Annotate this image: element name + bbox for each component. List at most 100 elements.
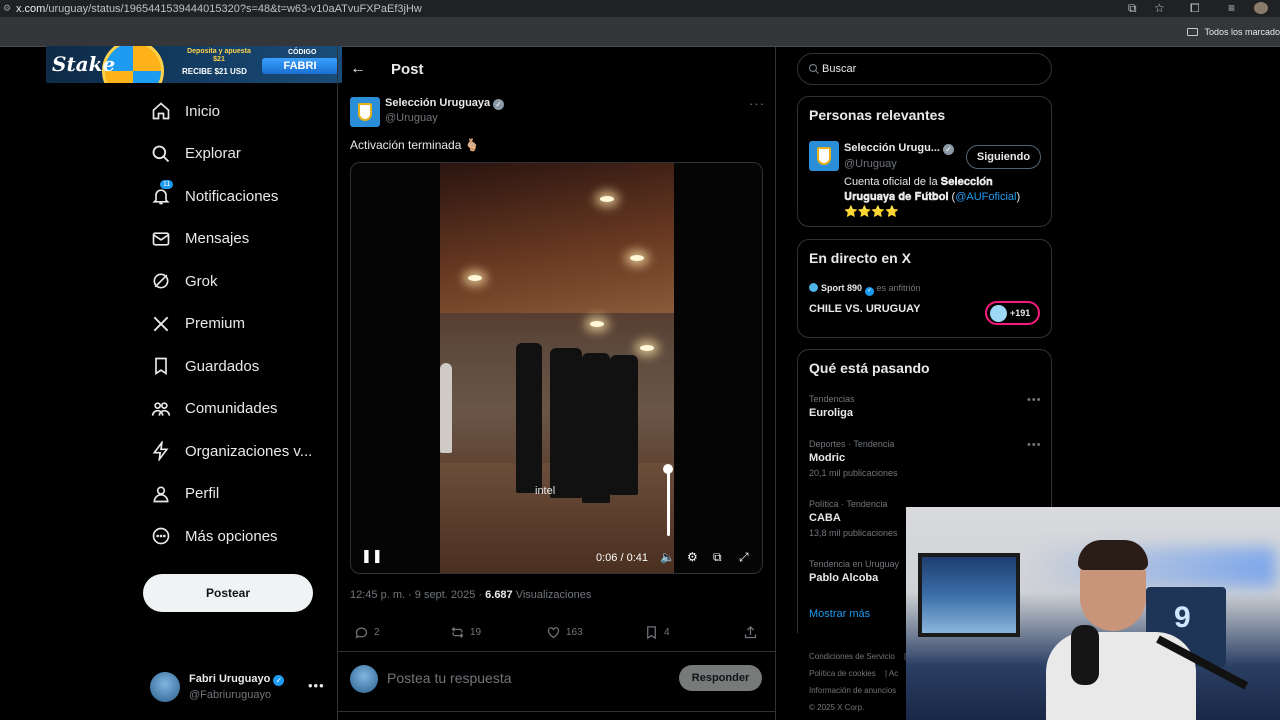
auf-shield-logo [358, 103, 372, 121]
repost-icon [451, 627, 464, 638]
more-icon[interactable]: ••• [1027, 439, 1042, 451]
avatar[interactable] [809, 141, 839, 171]
folder-icon [1187, 28, 1199, 36]
footer-link[interactable]: Información de anuncios [809, 686, 896, 695]
browser-address-bar[interactable]: ⚙ x.com/uruguay/status/19654415394440153… [0, 0, 1280, 17]
video-watermark: intel [535, 485, 556, 497]
nav-item-guardados[interactable]: Guardados [140, 345, 330, 388]
home-icon [150, 100, 172, 122]
nav-item-notificaciones[interactable]: 11 Notificaciones [140, 175, 330, 218]
person-icon [150, 483, 172, 505]
more-icon[interactable]: ••• [308, 678, 325, 693]
relevant-people-card: Personas relevantes Selección Urugu... ✓ … [797, 96, 1052, 227]
picture-in-picture-icon[interactable]: ⧉ [713, 550, 722, 565]
trend-item[interactable]: Tendencias Euroliga ••• [809, 394, 1044, 419]
trend-item[interactable]: Deportes · Tendencia Modric 20,1 mil pub… [809, 439, 1044, 478]
footer-links: Condiciones de Servicio| Política de coo… [809, 648, 909, 716]
author-handle[interactable]: @Uruguay [385, 112, 438, 124]
trend-name: Modric [809, 452, 846, 464]
tweet-timestamp[interactable]: 12:45 p. m. · 9 sept. 2025 · [350, 589, 485, 601]
bookmark-count: 4 [664, 627, 670, 638]
ad-code: FABRI [262, 58, 338, 74]
share-action[interactable] [743, 625, 763, 640]
nav-label: Comunidades [185, 400, 278, 418]
bookmark-icon [647, 626, 656, 640]
listener-avatar [990, 305, 1007, 322]
nav-item-mensajes[interactable]: Mensajes [140, 218, 330, 261]
author-avatar[interactable] [350, 97, 380, 127]
nav-label: Notificaciones [185, 187, 279, 205]
back-arrow-icon[interactable]: ← [350, 60, 366, 78]
auf-shield-logo [817, 147, 831, 165]
listeners-pill[interactable]: +191 [985, 301, 1040, 325]
ad-banner[interactable]: Stake Deposita y apuesta $21 RECIBE $21 … [46, 46, 342, 83]
reply-icon [355, 627, 368, 639]
more-icon[interactable]: ··· [749, 96, 765, 111]
volume-icon[interactable]: 🔈 [660, 550, 675, 564]
footer-link[interactable]: Condiciones de Servicio [809, 652, 895, 661]
fullscreen-icon[interactable]: ⤢ [739, 550, 749, 565]
nav-item-explorar[interactable]: Explorar [140, 133, 330, 176]
nav-label: Perfil [185, 485, 220, 503]
tweet-meta: 12:45 p. m. · 9 sept. 2025 · 6.687 Visua… [350, 589, 591, 601]
share-icon [744, 625, 757, 639]
bookmark-icon [150, 355, 172, 377]
reply-button[interactable]: Responder [679, 665, 762, 691]
search-input[interactable]: Buscar [797, 53, 1052, 85]
reply-action[interactable]: 2 [354, 625, 380, 640]
nav-item-comunidades[interactable]: Comunidades [140, 388, 330, 431]
following-button[interactable]: Siguiendo [966, 145, 1041, 169]
settings-icon[interactable]: ⚙ [687, 550, 698, 564]
nav-item-mas-opciones[interactable]: Más opciones [140, 515, 330, 558]
extensions-icon[interactable]: ⧠ [1190, 1, 1200, 16]
profile-avatar-icon[interactable] [1254, 2, 1268, 14]
nav-label: Premium [185, 315, 246, 333]
nav-label: Guardados [185, 357, 260, 375]
nav-label: Inicio [185, 102, 221, 120]
video-player[interactable]: intel ❚❚ 0:06 / 0:41 🔈 ⚙ ⧉ ⤢ [350, 162, 763, 574]
pause-icon[interactable]: ❚❚ [361, 548, 383, 564]
volume-slider-handle[interactable] [663, 464, 673, 474]
show-more-link[interactable]: Mostrar más [809, 608, 870, 620]
trend-context: Tendencias [809, 394, 855, 404]
all-bookmarks-folder[interactable]: Todos los marcado [1187, 27, 1280, 37]
like-count: 163 [566, 627, 583, 638]
media-control-icon[interactable]: ≡ [1228, 1, 1235, 15]
nav-item-inicio[interactable]: Inicio [140, 90, 330, 133]
page-title: Post [391, 61, 424, 78]
trend-context: Deportes · Tendencia [809, 439, 895, 449]
live-on-x-card[interactable]: En directo en X Sport 890 ✓ es anfitrión … [797, 239, 1052, 338]
reply-composer: Postea tu respuesta Responder [338, 651, 775, 712]
site-info-icon[interactable]: ⚙ [3, 3, 11, 13]
footer-link[interactable]: Política de cookies [809, 669, 876, 678]
star-icon[interactable]: ☆ [1154, 1, 1165, 15]
more-icon[interactable]: ••• [1027, 394, 1042, 406]
footer-copyright: © 2025 X Corp. [809, 703, 865, 712]
nav-label: Más opciones [185, 527, 278, 545]
main-column: ← Post Selección Uruguaya ✓ @Uruguay ··· … [337, 47, 776, 720]
verified-badge-icon: ✓ [273, 675, 285, 686]
repost-action[interactable]: 19 [450, 625, 481, 640]
bio-link[interactable]: @AUFoficial [955, 191, 1016, 203]
url-text[interactable]: x.com/uruguay/status/1965441539444015320… [0, 3, 422, 15]
like-action[interactable]: 163 [546, 625, 583, 640]
reply-input[interactable]: Postea tu respuesta [387, 670, 512, 686]
relevant-handle[interactable]: @Uruguay [844, 158, 897, 170]
nav-item-organizaciones[interactable]: Organizaciones v... [140, 430, 330, 473]
nav-item-perfil[interactable]: Perfil [140, 473, 330, 516]
reply-count: 2 [374, 627, 380, 638]
footer-link-partial[interactable]: | Ac [885, 665, 898, 682]
verified-badge-icon: ✓ [493, 99, 505, 110]
bookmark-action[interactable]: 4 [644, 625, 670, 640]
relevant-name-row[interactable]: Selección Urugu... ✓ [844, 142, 954, 155]
volume-slider[interactable] [667, 468, 670, 536]
nav-item-grok[interactable]: Grok [140, 260, 330, 303]
nav-item-premium[interactable]: Premium [140, 303, 330, 346]
install-app-icon[interactable]: ⧉ [1128, 1, 1137, 16]
avatar [350, 665, 378, 693]
author-name-row[interactable]: Selección Uruguaya ✓ [385, 97, 505, 110]
card-title: En directo en X [809, 250, 911, 266]
post-button[interactable]: Postear [143, 574, 313, 612]
account-switcher[interactable]: Fabri Uruguayo ✓ @Fabriuruguayo ••• [150, 672, 330, 704]
nav-label: Organizaciones v... [185, 442, 313, 460]
